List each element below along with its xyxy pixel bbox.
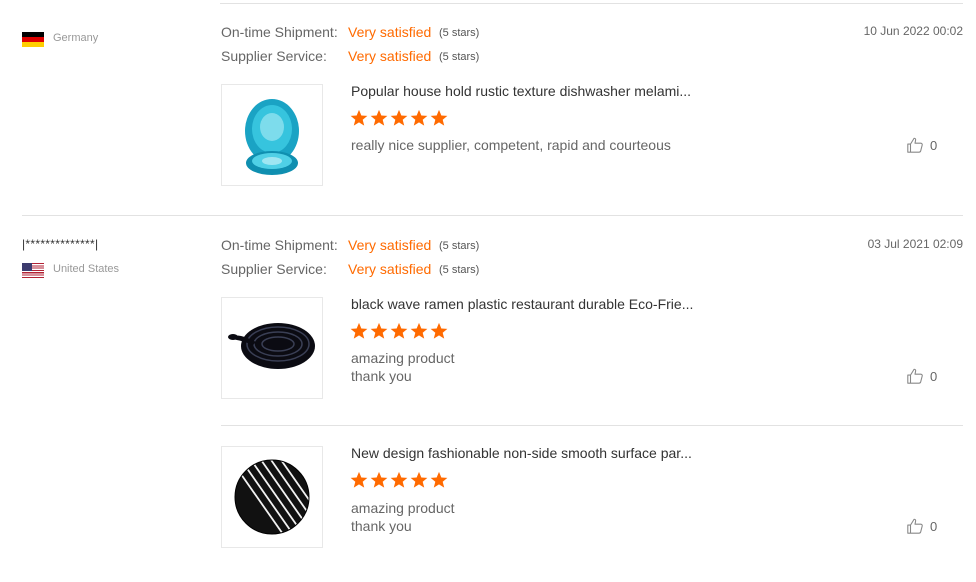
review-comment: really nice supplier, competent, rapid a… bbox=[351, 137, 671, 153]
star-icon bbox=[430, 471, 448, 488]
germany-flag-icon bbox=[22, 32, 44, 47]
thumbs-up-icon bbox=[907, 368, 923, 384]
buyer-country: Germany bbox=[53, 32, 99, 44]
like-count: 0 bbox=[930, 137, 938, 153]
star-icon bbox=[410, 109, 428, 126]
shipment-label: On-time Shipment: bbox=[221, 24, 338, 40]
service-stars: (5 stars) bbox=[439, 264, 480, 276]
like-button[interactable]: 0 bbox=[906, 517, 937, 535]
star-icon bbox=[430, 109, 448, 126]
shipment-value: Very satisfied bbox=[348, 237, 432, 253]
thumbs-up-icon bbox=[907, 518, 923, 534]
product-thumbnail[interactable] bbox=[221, 297, 323, 399]
review-comment: amazing product bbox=[351, 350, 455, 366]
buyer-name: |**************| bbox=[22, 237, 99, 251]
star-icon bbox=[350, 471, 368, 488]
star-icon bbox=[350, 109, 368, 126]
review-date: 03 Jul 2021 02:09 bbox=[867, 237, 963, 251]
star-icon bbox=[370, 109, 388, 126]
review-comment: thank you bbox=[351, 518, 412, 534]
service-value: Very satisfied bbox=[348, 48, 432, 64]
star-icon bbox=[430, 322, 448, 339]
thumbs-up-icon bbox=[907, 137, 923, 153]
like-button[interactable]: 0 bbox=[906, 367, 937, 385]
striped-black-plate-image bbox=[234, 459, 310, 535]
service-label: Supplier Service: bbox=[221, 261, 327, 277]
service-value: Very satisfied bbox=[348, 261, 432, 277]
shipment-label: On-time Shipment: bbox=[221, 237, 338, 253]
blue-melamine-tableware-image bbox=[245, 99, 299, 175]
product-thumbnail[interactable] bbox=[221, 84, 323, 186]
divider-top bbox=[220, 3, 963, 4]
like-button[interactable]: 0 bbox=[906, 136, 937, 154]
star-icon bbox=[390, 471, 408, 488]
star-icon bbox=[390, 322, 408, 339]
product-thumbnail[interactable] bbox=[221, 446, 323, 548]
star-icon bbox=[370, 471, 388, 488]
shipment-stars: (5 stars) bbox=[439, 240, 480, 252]
review-date: 10 Jun 2022 00:02 bbox=[863, 24, 963, 38]
star-icon bbox=[410, 322, 428, 339]
service-label: Supplier Service: bbox=[221, 48, 327, 64]
usa-flag-icon bbox=[22, 263, 44, 278]
review-comment: thank you bbox=[351, 368, 412, 384]
shipment-stars: (5 stars) bbox=[439, 27, 480, 39]
review-comment: amazing product bbox=[351, 500, 455, 516]
service-stars: (5 stars) bbox=[439, 51, 480, 63]
product-rating bbox=[350, 322, 448, 340]
star-icon bbox=[390, 109, 408, 126]
product-name[interactable]: Popular house hold rustic texture dishwa… bbox=[351, 83, 691, 99]
star-icon bbox=[350, 322, 368, 339]
buyer-country: United States bbox=[53, 263, 120, 275]
product-rating bbox=[350, 471, 448, 489]
product-name[interactable]: black wave ramen plastic restaurant dura… bbox=[351, 296, 693, 312]
like-count: 0 bbox=[930, 518, 938, 534]
black-ramen-bowl-image bbox=[228, 323, 315, 369]
shipment-value: Very satisfied bbox=[348, 24, 432, 40]
product-rating bbox=[350, 109, 448, 127]
star-icon bbox=[410, 471, 428, 488]
product-name[interactable]: New design fashionable non-side smooth s… bbox=[351, 445, 692, 461]
star-icon bbox=[370, 322, 388, 339]
review-divider bbox=[22, 215, 963, 216]
product-divider bbox=[221, 425, 963, 426]
like-count: 0 bbox=[930, 368, 938, 384]
